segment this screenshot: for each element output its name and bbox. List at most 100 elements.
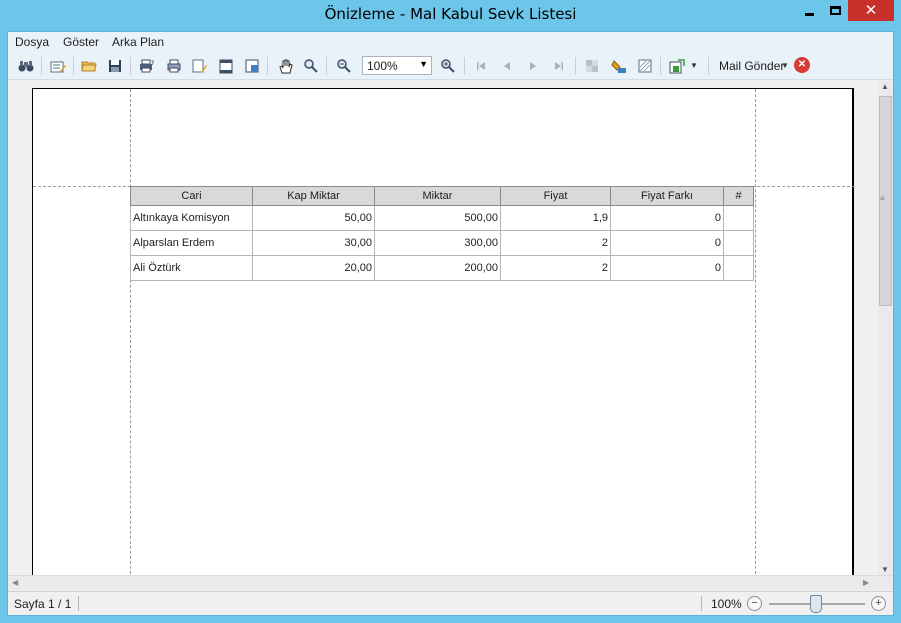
cell-cari: Ali Öztürk <box>130 255 253 281</box>
toolbar-separator <box>73 57 74 75</box>
search-button[interactable] <box>16 56 36 76</box>
cell-hash <box>723 255 754 281</box>
previous-page-icon <box>504 62 510 70</box>
cell-fiyat: 2 <box>500 230 611 256</box>
toolbar-separator <box>708 57 709 75</box>
table-row: Ali Öztürk 20,00 200,00 2 0 <box>130 255 754 281</box>
next-page-icon <box>530 62 536 70</box>
column-header: Miktar <box>374 186 501 206</box>
first-page-button[interactable] <box>471 56 491 76</box>
zoom-combo[interactable]: 100% ▼ <box>362 56 432 75</box>
svg-text:?: ? <box>151 60 154 67</box>
hand-tool-button[interactable] <box>275 56 295 76</box>
toolbar: ? 100% ▼ ▼ Mail Gönder ▼ ✕ <box>8 52 893 80</box>
report-table: Cari Kap Miktar Miktar Fiyat Fiyat Farkı… <box>130 186 754 281</box>
last-page-button[interactable] <box>549 56 569 76</box>
mail-dropdown-icon[interactable]: ▼ <box>781 61 789 70</box>
zoom-out-button[interactable] <box>334 56 354 76</box>
toolbar-separator <box>326 57 327 75</box>
binoculars-icon <box>18 61 34 72</box>
first-page-icon <box>477 62 485 70</box>
magnifier-button[interactable] <box>301 56 321 76</box>
multiple-pages-button[interactable] <box>582 56 602 76</box>
customize-button[interactable] <box>48 56 68 76</box>
watermark-button[interactable] <box>635 56 655 76</box>
page-setup-icon <box>192 59 207 73</box>
scroll-grip-icon: ≡ <box>880 194 885 203</box>
zoom-in-icon <box>441 59 455 73</box>
cell-hash <box>723 230 754 256</box>
cell-miktar: 200,00 <box>374 255 501 281</box>
preview-area[interactable]: Cari Kap Miktar Miktar Fiyat Fiyat Farkı… <box>8 81 878 575</box>
table-row: Altınkaya Komisyon 50,00 500,00 1,9 0 <box>130 205 754 231</box>
toolbar-separator <box>660 57 661 75</box>
cell-fiyat-farki: 0 <box>610 255 724 281</box>
print-dialog-button[interactable]: ? <box>137 56 157 76</box>
last-page-icon <box>555 62 563 70</box>
mail-send-button[interactable]: Mail Gönder <box>719 59 784 73</box>
column-header: Kap Miktar <box>252 186 375 206</box>
save-button[interactable] <box>105 56 125 76</box>
menu-arka-plan[interactable]: Arka Plan <box>112 35 164 49</box>
printer-icon <box>167 59 180 73</box>
toolbar-separator <box>575 57 576 75</box>
client-area: Dosya Göster Arka Plan ? 100% ▼ ▼ Mail G… <box>7 31 894 616</box>
header-footer-button[interactable] <box>216 56 236 76</box>
zoom-in-status-button[interactable]: + <box>871 596 886 611</box>
margin-guide-right <box>755 89 756 575</box>
previous-page-button[interactable] <box>497 56 517 76</box>
page-color-button[interactable] <box>609 56 629 76</box>
document-edit-icon <box>50 61 66 72</box>
multiple-pages-icon <box>586 60 598 72</box>
column-header: Cari <box>130 186 253 206</box>
zoom-percent: 100% <box>711 597 742 611</box>
horizontal-scrollbar[interactable]: ◀ ▶ <box>8 575 893 590</box>
page-setup-button[interactable] <box>190 56 210 76</box>
zoom-in-button[interactable] <box>438 56 458 76</box>
scroll-down-icon[interactable]: ▼ <box>881 565 889 574</box>
export-dropdown-icon[interactable]: ▼ <box>690 61 698 70</box>
menu-bar: Dosya Göster Arka Plan <box>8 32 893 52</box>
zoom-out-status-button[interactable]: − <box>747 596 762 611</box>
scale-icon <box>245 59 259 73</box>
close-icon: ✕ <box>864 1 878 19</box>
window-title: Önizleme - Mal Kabul Sevk Listesi <box>324 5 577 23</box>
open-button[interactable] <box>79 56 99 76</box>
quick-print-button[interactable] <box>164 56 184 76</box>
scroll-up-icon[interactable]: ▲ <box>881 82 889 91</box>
next-page-button[interactable] <box>523 56 543 76</box>
table-header-row: Cari Kap Miktar Miktar Fiyat Fiyat Farkı… <box>130 186 754 206</box>
menu-dosya[interactable]: Dosya <box>15 35 49 49</box>
toolbar-separator <box>464 57 465 75</box>
menu-goster[interactable]: Göster <box>63 35 99 49</box>
title-bar: Önizleme - Mal Kabul Sevk Listesi ✕ <box>0 0 901 31</box>
floppy-disk-icon <box>109 60 121 72</box>
cell-miktar: 300,00 <box>374 230 501 256</box>
scale-button[interactable] <box>242 56 262 76</box>
zoom-slider-thumb[interactable] <box>810 595 822 613</box>
zoom-combo-value: 100% <box>367 59 398 73</box>
cell-kap-miktar: 30,00 <box>252 230 375 256</box>
scroll-left-icon[interactable]: ◀ <box>12 578 18 587</box>
column-header: Fiyat Farkı <box>610 186 724 206</box>
scroll-right-icon[interactable]: ▶ <box>863 578 869 587</box>
toolbar-separator <box>41 57 42 75</box>
maximize-button[interactable] <box>823 0 848 21</box>
cell-miktar: 500,00 <box>374 205 501 231</box>
status-separator <box>78 596 79 611</box>
header-footer-icon <box>219 59 233 73</box>
toolbar-separator <box>130 57 131 75</box>
vertical-scrollbar[interactable]: ▲ ≡ ▼ <box>878 81 893 575</box>
cell-fiyat-farki: 0 <box>610 230 724 256</box>
chevron-down-icon: ▼ <box>419 59 428 69</box>
export-icon <box>669 58 685 73</box>
cell-kap-miktar: 50,00 <box>252 205 375 231</box>
close-window-button[interactable]: ✕ <box>848 0 894 21</box>
cell-fiyat: 1,9 <box>500 205 611 231</box>
status-separator <box>701 596 702 611</box>
cell-hash <box>723 205 754 231</box>
minimize-button[interactable] <box>795 0 823 21</box>
close-preview-icon[interactable]: ✕ <box>794 57 810 73</box>
column-header: # <box>723 186 754 206</box>
export-button[interactable] <box>667 56 687 76</box>
